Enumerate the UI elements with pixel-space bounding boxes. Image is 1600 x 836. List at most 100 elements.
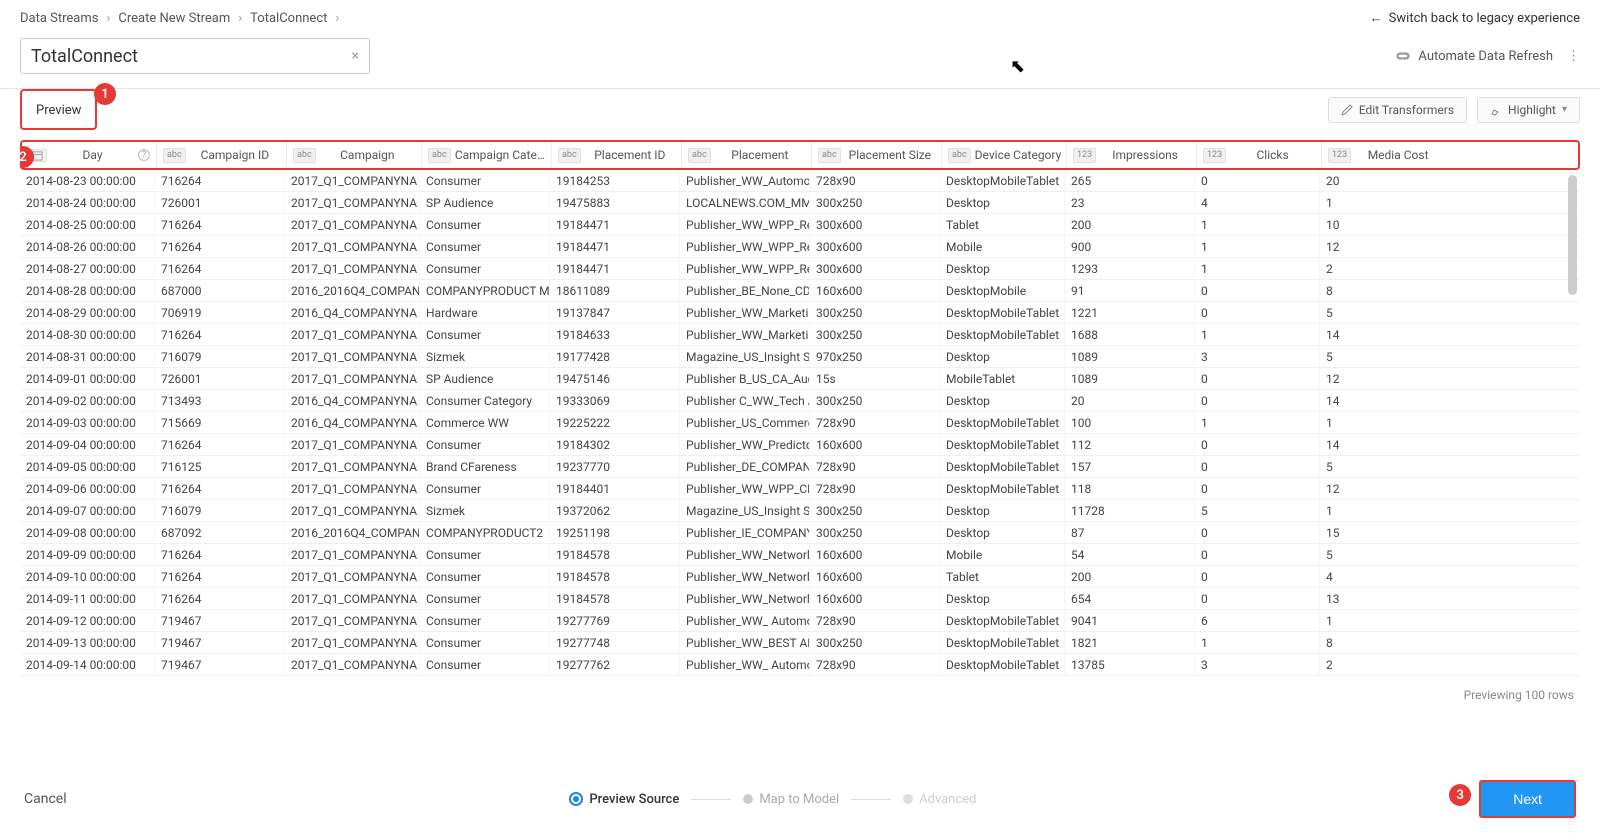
table-cell: 0 [1195, 434, 1320, 455]
column-header[interactable]: abcPlacement [682, 142, 812, 168]
wizard-steps: Preview Source Map to Model Advanced [569, 792, 976, 807]
kebab-menu-icon[interactable]: ⋮ [1567, 49, 1580, 64]
table-cell: Tablet [940, 566, 1065, 587]
table-cell: 19237770 [550, 456, 680, 477]
table-cell: Publisher_WW_Networl [680, 544, 810, 565]
table-row[interactable]: 2014-09-11 00:00:007162642017_Q1_COMPANY… [20, 588, 1580, 610]
table-cell: 23 [1065, 192, 1195, 213]
table-row[interactable]: 2014-08-28 00:00:006870002016_2016Q4_COM… [20, 280, 1580, 302]
table-row[interactable]: 2014-08-31 00:00:007160792017_Q1_COMPANY… [20, 346, 1580, 368]
table-row[interactable]: 2014-08-26 00:00:007162642017_Q1_COMPANY… [20, 236, 1580, 258]
clear-icon[interactable]: × [352, 48, 359, 64]
table-cell: 15s [810, 368, 940, 389]
table-cell: 9041 [1065, 610, 1195, 631]
column-header[interactable]: abcCampaign [287, 142, 422, 168]
table-row[interactable]: 2014-08-29 00:00:007069192016_Q4_COMPANY… [20, 302, 1580, 324]
table-cell: 716264 [155, 478, 285, 499]
column-header[interactable]: Day? [22, 142, 157, 168]
highlight-button[interactable]: Highlight ▾ [1477, 97, 1580, 123]
table-row[interactable]: 2014-08-27 00:00:007162642017_Q1_COMPANY… [20, 258, 1580, 280]
table-cell: 2014-09-07 00:00:00 [20, 500, 155, 521]
scrollbar-thumb[interactable] [1568, 175, 1577, 295]
breadcrumb-item[interactable]: TotalConnect [250, 11, 327, 26]
column-header[interactable]: 123Media Cost [1322, 142, 1447, 168]
table-cell: 12 [1320, 368, 1445, 389]
breadcrumb-item[interactable]: Create New Stream [118, 11, 230, 26]
automate-refresh-button[interactable]: Automate Data Refresh [1394, 49, 1553, 64]
edit-transformers-button[interactable]: Edit Transformers [1328, 97, 1467, 123]
table-cell: Mobile [940, 544, 1065, 565]
column-header[interactable]: 123Impressions [1067, 142, 1197, 168]
table-row[interactable]: 2014-09-05 00:00:007161252017_Q1_COMPANY… [20, 456, 1580, 478]
table-row[interactable]: 2014-08-25 00:00:007162642017_Q1_COMPANY… [20, 214, 1580, 236]
stream-name-input[interactable]: TotalConnect × [20, 38, 370, 74]
column-header[interactable]: abcPlacement ID [552, 142, 682, 168]
breadcrumb-item[interactable]: Data Streams [20, 11, 98, 26]
table-row[interactable]: 2014-09-12 00:00:007194672017_Q1_COMPANY… [20, 610, 1580, 632]
tab-preview[interactable]: Preview [20, 89, 97, 130]
table-row[interactable]: 2014-09-10 00:00:007162642017_Q1_COMPANY… [20, 566, 1580, 588]
table-cell: 2014-08-24 00:00:00 [20, 192, 155, 213]
switch-legacy-link[interactable]: ← Switch back to legacy experience [1370, 10, 1580, 26]
table-cell: Consumer [420, 610, 550, 631]
table-row[interactable]: 2014-09-03 00:00:007156692016_Q4_COMPANY… [20, 412, 1580, 434]
table-cell: 5 [1195, 500, 1320, 521]
column-header[interactable]: abcCampaign Cate… [422, 142, 552, 168]
table-cell: 2016_2016Q4_COMPAN [285, 280, 420, 301]
table-cell: 716079 [155, 500, 285, 521]
table-cell: 54 [1065, 544, 1195, 565]
table-row[interactable]: 2014-08-24 00:00:007260012017_Q1_COMPANY… [20, 192, 1580, 214]
table-cell: 11728 [1065, 500, 1195, 521]
table-row[interactable]: 2014-08-23 00:00:007162642017_Q1_COMPANY… [20, 170, 1580, 192]
step-preview-source[interactable]: Preview Source [569, 792, 679, 807]
cancel-button[interactable]: Cancel [24, 791, 67, 807]
table-cell: 6 [1195, 610, 1320, 631]
column-label: Media Cost [1355, 148, 1441, 162]
table-row[interactable]: 2014-09-08 00:00:006870922016_2016Q4_COM… [20, 522, 1580, 544]
table-cell: 2017_Q1_COMPANYNA [285, 544, 420, 565]
table-cell: Publisher_WW_BEST AL [680, 632, 810, 653]
table-cell: 14 [1320, 390, 1445, 411]
table-row[interactable]: 2014-09-01 00:00:007260012017_Q1_COMPANY… [20, 368, 1580, 390]
table-cell: DesktopMobileTablet [940, 434, 1065, 455]
column-header[interactable]: abcPlacement Size [812, 142, 942, 168]
table-cell: Publisher_WW_Automo [680, 170, 810, 191]
table-cell: 2014-08-23 00:00:00 [20, 170, 155, 191]
table-cell: Consumer [420, 170, 550, 191]
table-cell: 300x600 [810, 236, 940, 257]
table-cell: 19277748 [550, 632, 680, 653]
table-cell: 2 [1320, 654, 1445, 675]
text-type-icon: abc [428, 148, 451, 163]
table-row[interactable]: 2014-08-30 00:00:007162642017_Q1_COMPANY… [20, 324, 1580, 346]
table-row[interactable]: 2014-09-14 00:00:007194672017_Q1_COMPANY… [20, 654, 1580, 676]
step-map-to-model[interactable]: Map to Model [743, 792, 839, 807]
column-label: Device Category [975, 148, 1062, 162]
table-cell: Publisher_WW_Networl [680, 588, 810, 609]
table-cell: 2014-09-08 00:00:00 [20, 522, 155, 543]
table-cell: 1089 [1065, 346, 1195, 367]
column-header[interactable]: abcCampaign ID [157, 142, 287, 168]
table-cell: 0 [1195, 302, 1320, 323]
table-cell: Consumer [420, 566, 550, 587]
table-cell: 2017_Q1_COMPANYNA [285, 566, 420, 587]
table-row[interactable]: 2014-09-02 00:00:007134932016_Q4_COMPANY… [20, 390, 1580, 412]
column-header[interactable]: abcDevice Category [942, 142, 1067, 168]
table-cell: 300x250 [810, 500, 940, 521]
table-cell: 8 [1320, 632, 1445, 653]
table-cell: 19372062 [550, 500, 680, 521]
table-row[interactable]: 2014-09-07 00:00:007160792017_Q1_COMPANY… [20, 500, 1580, 522]
column-header[interactable]: 123Clicks [1197, 142, 1322, 168]
table-cell: 19184471 [550, 258, 680, 279]
table-row[interactable]: 2014-09-09 00:00:007162642017_Q1_COMPANY… [20, 544, 1580, 566]
next-button[interactable]: Next [1479, 780, 1576, 818]
table-row[interactable]: 2014-09-13 00:00:007194672017_Q1_COMPANY… [20, 632, 1580, 654]
table-cell: Consumer [420, 654, 550, 675]
table-cell: 2017_Q1_COMPANYNA [285, 610, 420, 631]
text-type-icon: abc [163, 148, 186, 163]
table-row[interactable]: 2014-09-04 00:00:007162642017_Q1_COMPANY… [20, 434, 1580, 456]
help-icon[interactable]: ? [138, 149, 150, 161]
step-dot-icon [569, 792, 583, 806]
table-row[interactable]: 2014-09-06 00:00:007162642017_Q1_COMPANY… [20, 478, 1580, 500]
table-cell: Consumer [420, 214, 550, 235]
step-advanced[interactable]: Advanced [903, 792, 976, 807]
